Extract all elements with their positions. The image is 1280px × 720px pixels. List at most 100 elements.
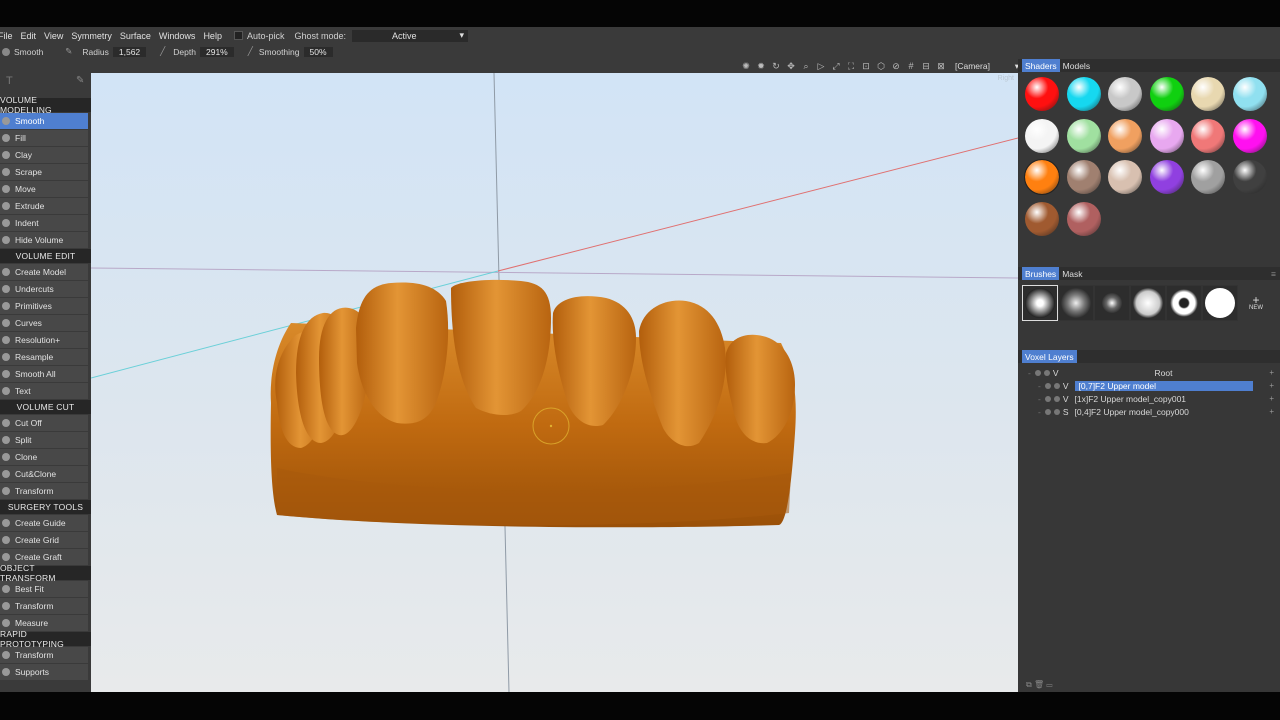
shader-swatch[interactable] — [1108, 77, 1142, 111]
3d-viewport[interactable]: Right — [91, 73, 1018, 692]
tool-item[interactable]: Hide Volume — [0, 232, 88, 248]
brush-soft-2[interactable] — [1058, 285, 1094, 321]
tool-item[interactable]: Scrape — [0, 164, 88, 180]
dental-model[interactable] — [270, 279, 796, 528]
tab-shaders[interactable]: Shaders — [1022, 59, 1060, 72]
tab-brushes[interactable]: Brushes — [1022, 267, 1060, 280]
auto-pick-checkbox[interactable] — [233, 31, 243, 40]
tool-item[interactable]: Transform — [0, 598, 88, 614]
eye-icon[interactable] — [1034, 369, 1041, 376]
tool-item[interactable]: Transform — [0, 647, 88, 663]
panel-menu-icon[interactable]: ≡ — [1271, 269, 1276, 279]
shader-swatch[interactable] — [1025, 201, 1059, 236]
tool-item[interactable]: Best Fit — [0, 581, 88, 597]
view-icon[interactable]: ⊡ — [860, 61, 872, 72]
tool-item[interactable]: Indent — [0, 215, 88, 231]
shader-swatch[interactable] — [1232, 77, 1267, 111]
layer-row-copy001[interactable]: - V [1x]F2 Upper model_copy001 + — [1018, 392, 1280, 405]
add-layer-icon[interactable]: + — [1269, 381, 1274, 390]
light-icon[interactable]: ✺ — [740, 61, 752, 72]
shader-swatch[interactable] — [1149, 160, 1184, 194]
layer-row-root[interactable]: - V Root + — [1018, 366, 1280, 379]
menu-help[interactable]: Help — [199, 31, 226, 41]
grid-icon[interactable]: # — [905, 61, 917, 71]
trash-icon[interactable]: 🗑 — [1034, 680, 1044, 689]
tool-item[interactable]: Smooth All — [0, 366, 88, 382]
text-icon[interactable]: T — [6, 75, 13, 87]
menu-file[interactable]: File — [0, 31, 17, 41]
layer-row-upper-model[interactable]: - V [0,7]F2 Upper model + — [1018, 379, 1280, 392]
tool-item[interactable]: Resolution+ — [0, 332, 88, 348]
maximize-icon[interactable]: ⊠ — [935, 61, 947, 72]
lock-icon[interactable] — [1053, 382, 1060, 389]
tool-item[interactable]: Create Model — [0, 264, 88, 280]
tool-item[interactable]: Clay — [0, 147, 88, 163]
menu-edit[interactable]: Edit — [17, 31, 41, 41]
move-icon[interactable]: ✥ — [785, 61, 797, 72]
tool-item[interactable]: Curves — [0, 315, 88, 331]
tool-item[interactable]: Extrude — [0, 198, 88, 214]
lock-icon[interactable] — [1043, 369, 1050, 376]
screen-icon[interactable]: ⊟ — [920, 61, 932, 72]
tab-voxel-layers[interactable]: Voxel Layers — [1022, 350, 1077, 363]
menu-windows[interactable]: Windows — [155, 31, 200, 41]
lock-icon[interactable] — [1053, 395, 1060, 402]
shader-swatch[interactable] — [1024, 159, 1060, 195]
shader-swatch[interactable] — [1066, 160, 1101, 194]
shader-swatch[interactable] — [1066, 118, 1101, 153]
tool-item[interactable]: Move — [0, 181, 88, 197]
new-brush-button[interactable]: + NEW — [1238, 285, 1274, 321]
add-layer-icon[interactable]: + — [1269, 394, 1274, 403]
disable-icon[interactable]: ⊘ — [890, 61, 902, 72]
add-layer-icon[interactable]: + — [1269, 407, 1274, 416]
shader-swatch[interactable] — [1191, 77, 1225, 111]
eye-icon[interactable] — [1044, 382, 1051, 389]
tool-item[interactable]: Cut Off — [0, 415, 88, 431]
fit-icon[interactable]: ⤢ — [830, 61, 842, 72]
tool-item[interactable]: Cut&Clone — [0, 466, 88, 482]
shader-swatch[interactable] — [1149, 77, 1184, 111]
tool-item[interactable]: Text — [0, 383, 88, 399]
shader-swatch[interactable] — [1108, 118, 1142, 153]
brush-small[interactable] — [1094, 285, 1130, 321]
add-layer-icon[interactable]: + — [1269, 368, 1274, 377]
tool-item[interactable]: Supports — [0, 664, 88, 680]
shader-swatch[interactable] — [1025, 118, 1059, 153]
cube-icon[interactable]: ⬡ — [875, 61, 887, 72]
eye-icon[interactable] — [1044, 395, 1051, 402]
shader-swatch[interactable] — [1108, 160, 1142, 194]
tool-item[interactable]: Transform — [0, 483, 88, 499]
tool-item[interactable]: Fill — [0, 130, 88, 146]
brush-solid[interactable] — [1202, 285, 1238, 321]
radius-field[interactable]: 1,562 — [112, 46, 147, 57]
tool-item[interactable]: Create Grid — [0, 532, 88, 548]
pen-icon[interactable]: ✎ — [76, 75, 84, 86]
shader-swatch[interactable] — [1066, 201, 1101, 236]
tab-mask[interactable]: Mask — [1059, 267, 1085, 280]
tool-item[interactable]: Split — [0, 432, 88, 448]
shader-swatch[interactable] — [1149, 118, 1184, 153]
frame-icon[interactable]: ⛶ — [845, 61, 857, 72]
play-icon[interactable]: ▷ — [815, 61, 827, 72]
menu-surface[interactable]: Surface — [116, 31, 155, 41]
tab-models[interactable]: Models — [1060, 59, 1093, 72]
tool-item[interactable]: Create Guide — [0, 515, 88, 531]
zoom-icon[interactable]: ⌕ — [800, 61, 812, 72]
lock-icon[interactable] — [1053, 408, 1060, 415]
tool-item[interactable]: Primitives — [0, 298, 88, 314]
shader-swatch[interactable] — [1191, 118, 1225, 153]
tool-item[interactable]: Clone — [0, 449, 88, 465]
brush-soft-1[interactable] — [1022, 285, 1058, 321]
layer-row-copy000[interactable]: - S [0,4]F2 Upper model_copy000 + — [1018, 405, 1280, 418]
tool-item[interactable]: Resample — [0, 349, 88, 365]
shader-swatch[interactable] — [1066, 77, 1101, 111]
tool-item[interactable]: Smooth — [0, 113, 88, 129]
tool-item[interactable]: Undercuts — [0, 281, 88, 297]
smoothing-field[interactable]: 50% — [303, 46, 333, 57]
shader-swatch[interactable] — [1232, 160, 1267, 194]
brush-hard[interactable] — [1130, 285, 1166, 321]
shader-swatch[interactable] — [1191, 160, 1225, 194]
shader-swatch[interactable] — [1025, 77, 1059, 111]
depth-field[interactable]: 291% — [199, 46, 234, 57]
menu-symmetry[interactable]: Symmetry — [67, 31, 116, 41]
